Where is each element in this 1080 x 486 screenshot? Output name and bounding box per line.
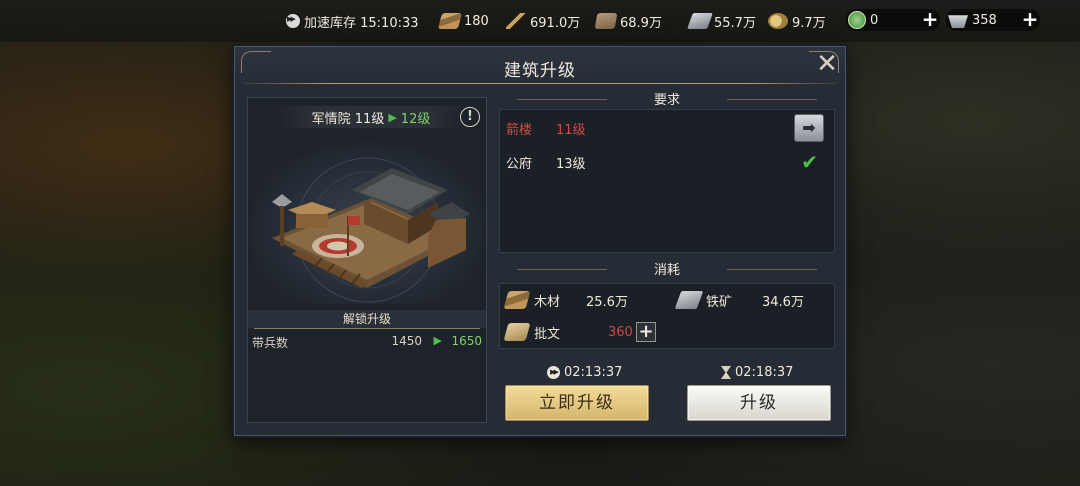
cost-iron: 铁矿 34.6万	[674, 289, 828, 311]
unlock-heading: 解锁升级	[248, 310, 486, 328]
level-arrow-icon: ▶	[388, 110, 397, 124]
building-upgrade-dialog: 建筑升级 ✕ 军情院 11级 ▶ 12级 ! 解锁升级 带兵数 1450 ▶ 1…	[234, 46, 846, 436]
jade-value: 0	[870, 12, 879, 28]
requirement-row: 箭楼 11级 ➡	[506, 114, 826, 142]
wood-value: 180	[464, 13, 489, 29]
coin-icon	[768, 13, 788, 29]
requirement-level: 13级	[556, 157, 586, 172]
stat-label: 带兵数	[252, 336, 289, 350]
iron-icon	[687, 13, 713, 29]
wood-icon	[437, 13, 463, 29]
ingot-value: 358	[972, 12, 997, 28]
requirements-heading: 要求	[499, 89, 835, 109]
troop-capacity-row: 带兵数 1450 ▶ 1650	[252, 334, 482, 350]
requirement-name: 箭楼	[506, 123, 533, 138]
stat-to: 1650	[451, 334, 482, 348]
stone-icon	[594, 13, 618, 29]
cost-name: 批文	[534, 326, 561, 342]
cost-value: 34.6万	[762, 294, 804, 310]
normal-timer: 02:18:37	[721, 365, 793, 380]
hourglass-icon	[721, 366, 731, 379]
stat-arrow-icon: ▶	[433, 334, 442, 347]
go-to-arrow-icon[interactable]: ➡	[794, 114, 824, 142]
speed-stock[interactable]: 加速库存 15:10:33	[286, 11, 419, 31]
instant-timer: ▶▶ 02:13:37	[547, 365, 622, 380]
permit-icon	[503, 323, 531, 341]
building-level-bar: 军情院 11级 ▶ 12级	[276, 106, 466, 128]
cost-value: 360	[608, 324, 633, 340]
resource-copper[interactable]: 9.7万	[768, 11, 826, 31]
resource-bar: 加速库存 15:10:33 180 691.0万 68.9万 55.7万 9.7…	[0, 0, 1080, 42]
building-next-level: 12级	[400, 111, 431, 127]
add-permit-button[interactable]: +	[636, 322, 656, 342]
stat-from: 1450	[391, 334, 422, 348]
checkmark-icon: ✔	[801, 150, 818, 174]
iron-icon	[674, 291, 704, 309]
cost-heading: 消耗	[499, 259, 835, 279]
add-ingot-button[interactable]: +	[1021, 9, 1039, 29]
building-illustration	[252, 138, 482, 304]
upgrade-button[interactable]: 升级	[687, 385, 831, 421]
resource-stone[interactable]: 68.9万	[594, 11, 662, 31]
cost-name: 铁矿	[706, 294, 733, 310]
building-name-level: 军情院 11级	[311, 111, 385, 127]
copper-value: 9.7万	[792, 15, 826, 31]
cost-name: 木材	[534, 294, 561, 310]
grain-value: 691.0万	[530, 15, 581, 31]
requirement-name: 公府	[506, 157, 533, 172]
normal-time: 02:18:37	[735, 365, 794, 380]
add-jade-button[interactable]: +	[921, 9, 939, 29]
iron-value: 55.7万	[714, 15, 756, 31]
cost-wood: 木材 25.6万	[503, 289, 666, 311]
ingot-icon	[948, 15, 968, 28]
cost-panel: 木材 25.6万 铁矿 34.6万 批文 360 +	[499, 283, 835, 349]
resource-wood[interactable]: 180	[437, 11, 489, 31]
close-icon[interactable]: ✕	[813, 51, 841, 79]
resource-iron[interactable]: 55.7万	[687, 11, 756, 31]
wood-icon	[503, 291, 531, 309]
stone-value: 68.9万	[620, 15, 662, 31]
instant-upgrade-button[interactable]: 立即升级	[505, 385, 649, 421]
speed-stock-text: 加速库存 15:10:33	[304, 15, 419, 31]
instant-time: 02:13:37	[564, 365, 623, 380]
title-divider	[243, 83, 837, 84]
resource-grain[interactable]: 691.0万	[506, 11, 580, 31]
requirement-level: 11级	[556, 123, 586, 138]
requirements-panel: 箭楼 11级 ➡ 公府 13级 ✔	[499, 109, 835, 253]
jade-icon	[848, 11, 866, 29]
unlock-divider	[254, 328, 480, 329]
cost-value: 25.6万	[586, 294, 628, 310]
grain-icon	[506, 13, 526, 29]
requirement-row: 公府 13级 ✔	[506, 150, 826, 174]
building-panel: 军情院 11级 ▶ 12级 ! 解锁升级 带兵数 1450 ▶ 1650	[247, 97, 487, 423]
fast-forward-icon: ▶▶	[547, 366, 560, 379]
info-icon[interactable]: !	[460, 107, 480, 127]
fast-forward-icon	[286, 14, 300, 28]
dialog-title: 建筑升级	[504, 61, 576, 81]
